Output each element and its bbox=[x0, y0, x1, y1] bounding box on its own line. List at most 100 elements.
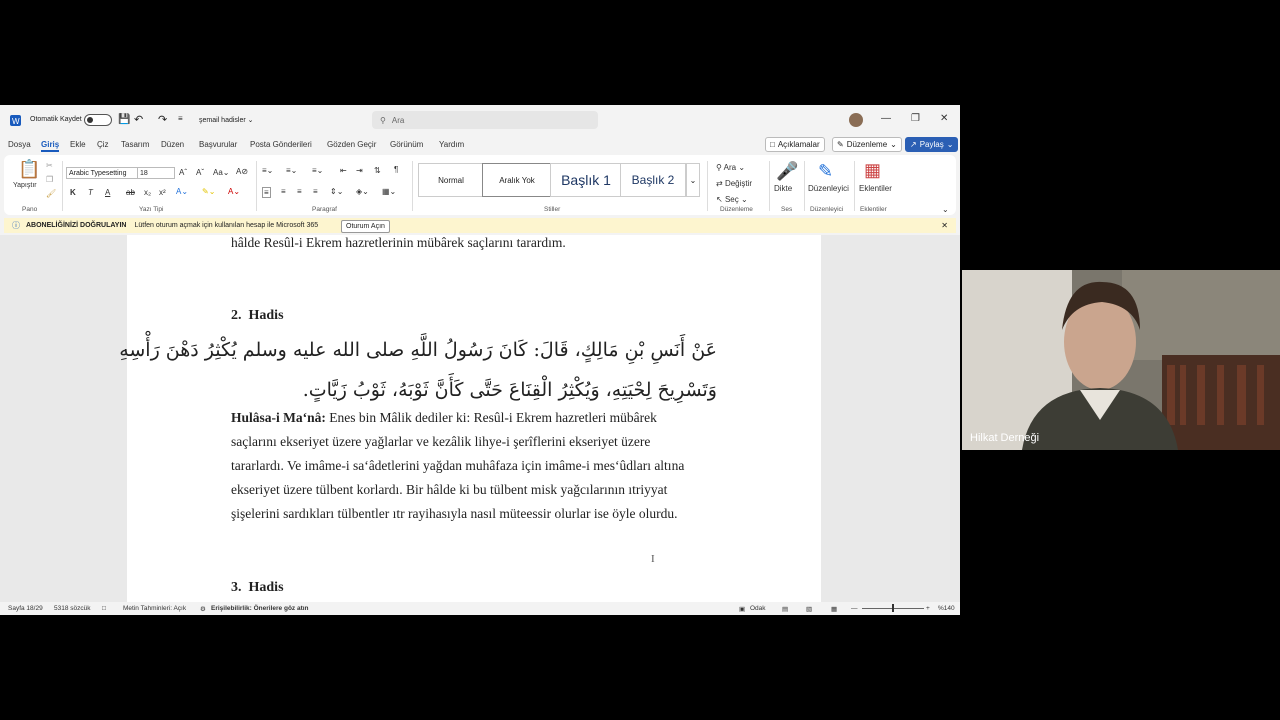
paste-label[interactable]: Yapıştır bbox=[13, 182, 37, 189]
close-icon[interactable]: ✕ bbox=[940, 113, 948, 124]
align-right-icon[interactable]: ≡ bbox=[297, 187, 302, 196]
find-button[interactable]: ⚲ Ara ⌄ bbox=[716, 163, 745, 172]
addins-label[interactable]: Eklentiler bbox=[859, 184, 892, 193]
justify-icon[interactable]: ≡ bbox=[313, 187, 318, 196]
print-layout-icon[interactable]: ▧ bbox=[806, 605, 812, 613]
text-predictions[interactable]: Metin Tahminleri: Açık bbox=[123, 605, 186, 612]
subscription-notice: ⓘ ABONELİĞİNİZİ DOĞRULAYIN Lütfen oturum… bbox=[4, 218, 956, 233]
tab-ciz[interactable]: Çiz bbox=[97, 140, 109, 149]
close-notice-icon[interactable]: ✕ bbox=[941, 221, 948, 230]
arabic-text-line-1: عَنْ أَنَسِ بْنِ مَالِكٍ، قَالَ: كَانَ ر… bbox=[119, 339, 717, 361]
decrease-indent-icon[interactable]: ⇤ bbox=[340, 166, 347, 175]
shading-icon[interactable]: ◈⌄ bbox=[356, 187, 369, 196]
share-button[interactable]: ↗ Paylaş ⌄ bbox=[905, 137, 959, 152]
ribbon-collapse-icon[interactable]: ⌄ bbox=[942, 205, 949, 214]
read-mode-icon[interactable]: ▤ bbox=[782, 605, 788, 613]
quick-access-icon[interactable]: ≡ bbox=[178, 114, 183, 123]
align-left-icon[interactable]: ≡ bbox=[262, 187, 271, 198]
dictate-label[interactable]: Dikte bbox=[774, 184, 792, 193]
group-label-paragraph: Paragraf bbox=[312, 206, 337, 213]
separator bbox=[854, 161, 855, 211]
editor-icon[interactable]: ✎ bbox=[818, 161, 833, 182]
line-spacing-icon[interactable]: ⇕⌄ bbox=[330, 187, 343, 196]
tab-yardim[interactable]: Yardım bbox=[439, 140, 464, 149]
styles-more-icon[interactable]: ⌄ bbox=[686, 163, 700, 197]
copy-icon[interactable]: ❐ bbox=[46, 175, 53, 184]
borders-icon[interactable]: ▦⌄ bbox=[382, 187, 396, 196]
avatar[interactable] bbox=[849, 113, 863, 127]
autosave-toggle[interactable] bbox=[84, 114, 112, 126]
numbering-icon[interactable]: ≡⌄ bbox=[286, 166, 297, 175]
undo-icon[interactable]: ↶ bbox=[134, 113, 143, 126]
tab-gorunum[interactable]: Görünüm bbox=[390, 140, 423, 149]
document-area[interactable]: hâlde Resûl-i Ekrem hazretlerinin mübâre… bbox=[0, 235, 960, 602]
subscript-icon[interactable]: x₂ bbox=[144, 188, 151, 197]
tab-gozden-gecir[interactable]: Gözden Geçir bbox=[327, 140, 376, 149]
zoom-slider-thumb[interactable] bbox=[892, 604, 894, 612]
format-painter-icon[interactable]: 🖌 bbox=[46, 189, 56, 198]
grow-font-icon[interactable]: Aˆ bbox=[179, 168, 187, 177]
zoom-level[interactable]: %140 bbox=[938, 605, 955, 612]
bullets-icon[interactable]: ≡⌄ bbox=[262, 166, 273, 175]
focus-button[interactable]: Odak bbox=[750, 605, 766, 612]
text-effects-icon[interactable]: A⌄ bbox=[176, 187, 188, 196]
word-count[interactable]: 5318 sözcük bbox=[54, 605, 91, 612]
zoom-out-icon[interactable]: — bbox=[851, 605, 858, 612]
increase-indent-icon[interactable]: ⇥ bbox=[356, 166, 363, 175]
style-heading-1[interactable]: Başlık 1 bbox=[550, 163, 622, 197]
change-case-icon[interactable]: Aa⌄ bbox=[213, 168, 230, 177]
underline-icon[interactable]: A bbox=[105, 188, 110, 197]
page-count[interactable]: Sayfa 18/29 bbox=[8, 605, 43, 612]
select-button[interactable]: ↖ Seç ⌄ bbox=[716, 195, 748, 204]
show-marks-icon[interactable]: ¶ bbox=[394, 165, 398, 174]
heading-hadis-3: 3. Hadis bbox=[231, 580, 284, 596]
proofing-icon[interactable]: □ bbox=[102, 605, 106, 612]
style-heading-2[interactable]: Başlık 2 bbox=[620, 163, 686, 197]
group-label-clipboard: Pano bbox=[22, 206, 38, 213]
superscript-icon[interactable]: x² bbox=[159, 188, 166, 197]
cut-icon[interactable]: ✂ bbox=[46, 161, 53, 170]
zoom-in-icon[interactable]: + bbox=[926, 605, 930, 612]
comments-button[interactable]: □ Açıklamalar bbox=[765, 137, 825, 152]
tab-posta[interactable]: Posta Gönderileri bbox=[250, 140, 312, 149]
tab-dosya[interactable]: Dosya bbox=[8, 140, 31, 149]
accessibility-status[interactable]: Erişilebilirlik: Önerilere göz atın bbox=[211, 605, 309, 612]
redo-icon[interactable]: ↷ bbox=[158, 113, 167, 126]
highlight-icon[interactable]: ✎⌄ bbox=[202, 187, 215, 196]
tab-duzen[interactable]: Düzen bbox=[161, 140, 184, 149]
tab-basvurular[interactable]: Başvurular bbox=[199, 140, 237, 149]
multilevel-list-icon[interactable]: ≡⌄ bbox=[312, 166, 323, 175]
tab-tasarim[interactable]: Tasarım bbox=[121, 140, 149, 149]
font-size-select[interactable]: 18 bbox=[137, 167, 175, 179]
font-color-icon[interactable]: A⌄ bbox=[228, 187, 240, 196]
replace-button[interactable]: ⇄ Değiştir bbox=[716, 179, 752, 188]
italic-icon[interactable]: T bbox=[88, 188, 93, 197]
align-center-icon[interactable]: ≡ bbox=[281, 187, 286, 196]
clear-format-icon[interactable]: A⊘ bbox=[236, 167, 248, 176]
document-page[interactable]: hâlde Resûl-i Ekrem hazretlerinin mübâre… bbox=[119, 235, 821, 602]
group-label-editing: Düzenleme bbox=[720, 206, 753, 213]
save-icon[interactable]: 💾 bbox=[118, 114, 130, 125]
sign-in-button[interactable]: Oturum Açın bbox=[341, 220, 390, 233]
style-normal[interactable]: Normal bbox=[418, 163, 484, 197]
sort-icon[interactable]: ⇅ bbox=[374, 166, 381, 175]
editing-mode-button[interactable]: ✎ Düzenleme ⌄ bbox=[832, 137, 902, 152]
shrink-font-icon[interactable]: Aˇ bbox=[196, 168, 204, 177]
paste-icon[interactable]: 📋 bbox=[18, 159, 40, 180]
restore-icon[interactable]: ❐ bbox=[911, 113, 920, 124]
tab-ekle[interactable]: Ekle bbox=[70, 140, 86, 149]
microphone-icon[interactable]: 🎤 bbox=[776, 161, 798, 182]
document-title[interactable]: şemail hadisler ⌄ bbox=[199, 116, 254, 125]
summary-line-2: saçlarını ekseriyet üzere yağlarlar ve k… bbox=[231, 434, 651, 449]
minimize-icon[interactable]: — bbox=[881, 113, 891, 124]
style-no-spacing[interactable]: Aralık Yok bbox=[482, 163, 552, 197]
group-label-font: Yazı Tipi bbox=[139, 206, 164, 213]
strikethrough-icon[interactable]: ab bbox=[126, 188, 135, 197]
tab-giris[interactable]: Giriş bbox=[41, 140, 60, 152]
web-layout-icon[interactable]: ▦ bbox=[831, 605, 837, 613]
bold-icon[interactable]: K bbox=[70, 188, 76, 197]
search-box[interactable]: ⚲ Ara bbox=[372, 111, 598, 129]
editor-label[interactable]: Düzenleyici bbox=[808, 184, 849, 193]
font-name-select[interactable]: Arabic Typesetting bbox=[66, 167, 138, 179]
addins-icon[interactable]: ▦ bbox=[864, 160, 881, 181]
